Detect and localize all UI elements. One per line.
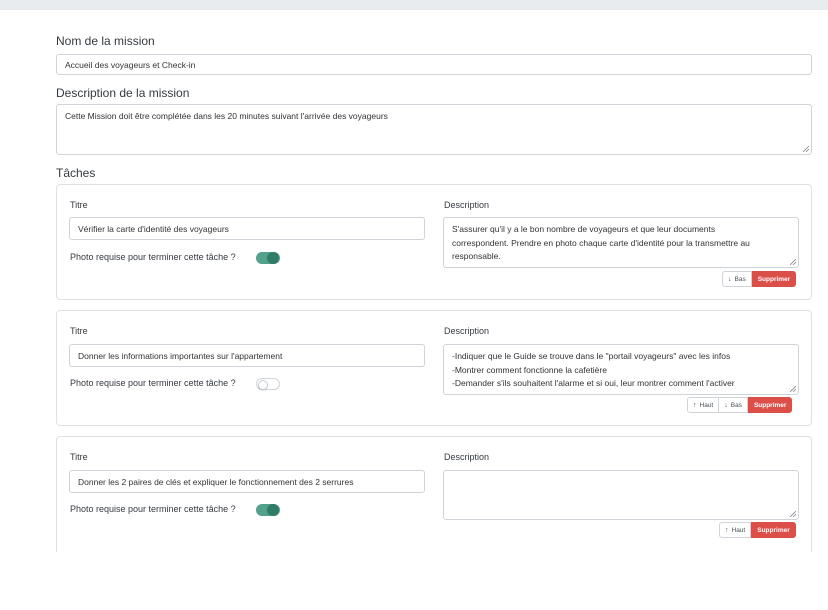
photo-required-toggle[interactable] bbox=[256, 252, 280, 264]
arrow-down-icon: ↓ bbox=[728, 275, 732, 283]
delete-label: Supprimer bbox=[757, 526, 790, 534]
task-actions: ↓ Bas Supprimer bbox=[722, 271, 797, 287]
mission-description-textarea[interactable]: Cette Mission doit être complétée dans l… bbox=[56, 104, 812, 155]
photo-required-label: Photo requise pour terminer cette tâche … bbox=[70, 504, 236, 514]
arrow-up-icon: ↑ bbox=[725, 526, 729, 534]
task-title-input[interactable]: Donner les informations importantes sur … bbox=[69, 344, 425, 367]
task-description-line: S'assurer qu'il y a le bon nombre de voy… bbox=[452, 224, 716, 234]
delete-button[interactable]: Supprimer bbox=[747, 397, 793, 413]
move-down-button[interactable]: ↓ Bas bbox=[719, 397, 748, 413]
task-card: Titre Vérifier la carte d'identité des v… bbox=[56, 184, 812, 300]
task-title-label: Titre bbox=[70, 452, 88, 462]
mission-description-label: Description de la mission bbox=[56, 86, 190, 100]
task-card: Titre Donner les 2 paires de clés et exp… bbox=[56, 436, 812, 552]
tasks-heading: Tâches bbox=[56, 166, 96, 180]
delete-button[interactable]: Supprimer bbox=[751, 271, 797, 287]
move-down-button[interactable]: ↓ Bas bbox=[722, 271, 752, 287]
task-actions: ↑ Haut Supprimer bbox=[719, 522, 796, 538]
delete-button[interactable]: Supprimer bbox=[751, 522, 796, 538]
mission-name-label: Nom de la mission bbox=[56, 34, 155, 48]
resize-grip-icon[interactable] bbox=[803, 146, 809, 152]
resize-grip-icon[interactable] bbox=[790, 511, 796, 517]
move-down-label: Bas bbox=[734, 275, 746, 283]
task-description-label: Description bbox=[444, 200, 490, 210]
move-up-label: Haut bbox=[699, 401, 714, 409]
delete-label: Supprimer bbox=[757, 275, 791, 283]
photo-required-toggle[interactable] bbox=[256, 504, 280, 516]
task-description-line: -Demander s'ils souhaitent l'alarme et s… bbox=[452, 378, 735, 388]
toggle-knob bbox=[267, 252, 279, 264]
resize-grip-icon[interactable] bbox=[790, 386, 796, 392]
mission-description-value: Cette Mission doit être complétée dans l… bbox=[65, 111, 388, 121]
task-description-line: responsable. bbox=[452, 251, 501, 261]
task-description-line: -Indiquer que le Guide se trouve dans le… bbox=[452, 351, 731, 361]
task-description-line: correspondent. Prendre en photo chaque c… bbox=[452, 237, 750, 248]
task-title-value: Donner les informations importantes sur … bbox=[78, 350, 283, 361]
toggle-knob bbox=[267, 504, 279, 516]
task-description-label: Description bbox=[444, 326, 490, 336]
photo-required-label: Photo requise pour terminer cette tâche … bbox=[70, 378, 236, 388]
task-title-input[interactable]: Vérifier la carte d'identité des voyageu… bbox=[69, 217, 425, 240]
task-card: Titre Donner les informations importante… bbox=[56, 310, 812, 426]
mission-name-input[interactable]: Accueil des voyageurs et Check-in bbox=[56, 54, 812, 75]
move-up-label: Haut bbox=[731, 526, 746, 534]
toggle-knob bbox=[258, 380, 268, 390]
task-title-input[interactable]: Donner les 2 paires de clés et expliquer… bbox=[69, 470, 425, 493]
task-description-line: -Montrer comment fonctionne la cafetière bbox=[452, 364, 607, 375]
task-title-label: Titre bbox=[70, 200, 88, 210]
task-title-value: Vérifier la carte d'identité des voyageu… bbox=[78, 223, 229, 234]
mission-name-value: Accueil des voyageurs et Check-in bbox=[65, 59, 196, 70]
arrow-down-icon: ↓ bbox=[724, 401, 728, 409]
move-down-label: Bas bbox=[730, 401, 742, 409]
photo-required-label: Photo requise pour terminer cette tâche … bbox=[70, 252, 236, 262]
task-description-textarea[interactable] bbox=[443, 470, 799, 520]
delete-label: Supprimer bbox=[753, 401, 787, 409]
task-description-textarea[interactable]: S'assurer qu'il y a le bon nombre de voy… bbox=[443, 217, 799, 268]
task-description-label: Description bbox=[444, 452, 490, 462]
move-up-button[interactable]: ↑ Haut bbox=[719, 522, 752, 538]
arrow-up-icon: ↑ bbox=[693, 401, 697, 409]
resize-grip-icon[interactable] bbox=[790, 259, 796, 265]
top-bar bbox=[0, 0, 828, 10]
task-description-textarea[interactable]: -Indiquer que le Guide se trouve dans le… bbox=[443, 344, 799, 395]
task-title-label: Titre bbox=[70, 326, 88, 336]
move-up-button[interactable]: ↑ Haut bbox=[687, 397, 720, 413]
task-title-value: Donner les 2 paires de clés et expliquer… bbox=[78, 476, 354, 487]
task-actions: ↑ Haut ↓ Bas Supprimer bbox=[687, 397, 793, 413]
photo-required-toggle[interactable] bbox=[256, 378, 280, 390]
